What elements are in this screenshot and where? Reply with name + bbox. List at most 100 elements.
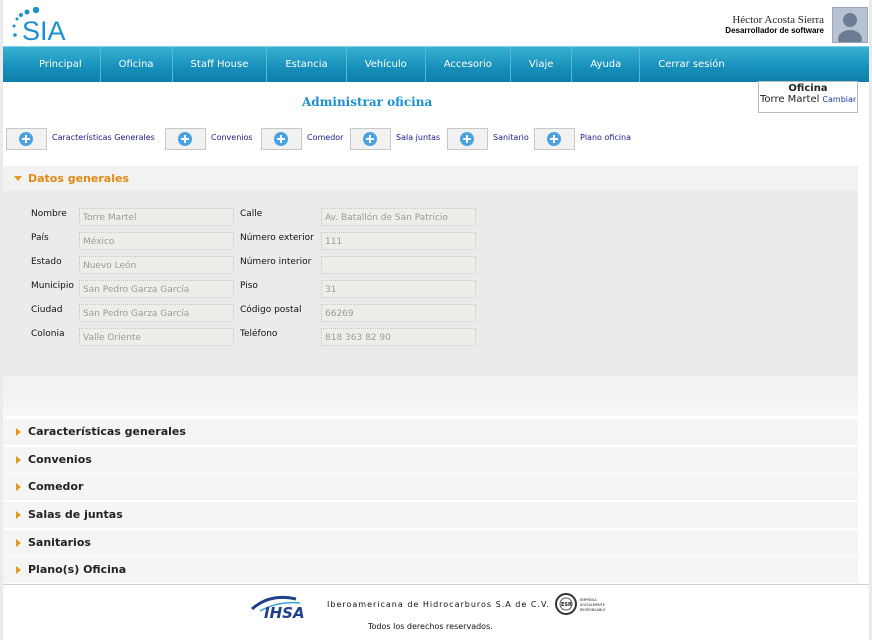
codigo-postal-field[interactable]: 66269 — [321, 304, 476, 322]
plus-icon — [363, 132, 377, 146]
page-title: Administrar oficina — [302, 95, 433, 109]
add-convenios-button[interactable] — [165, 128, 206, 150]
chevron-right-icon — [16, 428, 21, 436]
office-name: Torre Martel — [760, 94, 820, 105]
field-label-piso: Piso — [240, 281, 258, 291]
nav-item-ayuda[interactable]: Ayuda — [572, 47, 641, 82]
current-office-box: Oficina Torre Martel Cambiar — [758, 81, 858, 113]
datos-generales-panel: Datos generales Nombre Torre Martel País… — [3, 166, 858, 376]
footer: IHSA Iberoamericana de Hidrocarburos S.A… — [3, 584, 869, 635]
chevron-right-icon — [16, 483, 21, 491]
add-comedor-button[interactable] — [261, 128, 302, 150]
piso-field[interactable]: 31 — [321, 280, 476, 298]
colonia-field[interactable]: Valle Oriente — [79, 328, 234, 346]
section-title: Plano(s) Oficina — [28, 563, 127, 576]
plus-icon — [178, 132, 192, 146]
section-caracteristicas-generales[interactable]: Características generales — [3, 419, 858, 446]
add-sanitario-button[interactable] — [447, 128, 488, 150]
numero-interior-field[interactable] — [321, 256, 476, 274]
section-planos-oficina[interactable]: Plano(s) Oficina — [3, 557, 858, 584]
ciudad-field[interactable]: San Pedro Garza García — [79, 304, 234, 322]
nav-item-vehiculo[interactable]: Vehículo — [347, 47, 426, 82]
field-label-codigo-postal: Código postal — [240, 305, 302, 315]
field-label-ciudad: Ciudad — [31, 305, 63, 315]
chevron-right-icon — [16, 539, 21, 547]
svg-text:IHSA: IHSA — [264, 604, 305, 619]
page: SIA Héctor Acosta Sierra Desarrollador d… — [3, 0, 869, 640]
section-title: Comedor — [28, 480, 84, 493]
company-name: Iberoamericana de Hidrocarburos S.A de C… — [327, 600, 550, 609]
user-role: Desarrollador de software — [725, 26, 824, 35]
field-label-colonia: Colonia — [31, 329, 65, 339]
office-box-heading: Oficina — [788, 83, 828, 94]
header: SIA Héctor Acosta Sierra Desarrollador d… — [3, 0, 869, 46]
datos-generales-title: Datos generales — [28, 172, 129, 185]
svg-text:EMPRESA: EMPRESA — [580, 598, 597, 602]
esr-logo: ESR EMPRESA SOCIALMENTE RESPONSABLE — [555, 593, 606, 615]
estado-field[interactable]: Nuevo León — [79, 256, 234, 274]
tab-comedor[interactable]: Comedor — [307, 133, 343, 142]
plus-icon — [460, 132, 474, 146]
avatar[interactable] — [832, 7, 868, 43]
field-label-telefono: Teléfono — [240, 329, 278, 339]
plus-icon — [547, 132, 561, 146]
nav-item-oficina[interactable]: Oficina — [101, 47, 173, 82]
svg-text:SOCIALMENTE: SOCIALMENTE — [580, 603, 605, 607]
chevron-right-icon — [16, 566, 21, 574]
office-box-value: Torre Martel Cambiar — [759, 94, 857, 105]
change-office-link[interactable]: Cambiar — [822, 95, 856, 104]
section-salas-de-juntas[interactable]: Salas de juntas — [3, 502, 858, 529]
user-info: Héctor Acosta Sierra Desarrollador de so… — [725, 14, 824, 35]
tab-convenios[interactable]: Convenios — [211, 133, 253, 142]
sia-logo[interactable]: SIA — [9, 6, 71, 46]
field-label-municipio: Municipio — [31, 281, 74, 291]
add-plano-oficina-button[interactable] — [534, 128, 575, 150]
section-comedor[interactable]: Comedor — [3, 474, 858, 501]
nav-item-viaje[interactable]: Viaje — [511, 47, 573, 82]
plus-icon — [19, 132, 33, 146]
section-title: Características generales — [28, 425, 186, 438]
tab-sala-juntas[interactable]: Sala juntas — [396, 133, 440, 142]
field-label-estado: Estado — [31, 257, 62, 267]
copyright-text: Todos los derechos reservados. — [368, 622, 493, 631]
tab-sanitario[interactable]: Sanitario — [493, 133, 529, 142]
section-title: Sanitarios — [28, 536, 91, 549]
field-label-nombre: Nombre — [31, 209, 67, 219]
nav-item-principal[interactable]: Principal — [21, 47, 101, 82]
add-sala-juntas-button[interactable] — [350, 128, 391, 150]
tab-plano-oficina[interactable]: Plano oficina — [580, 133, 631, 142]
pais-field[interactable]: México — [79, 232, 234, 250]
ihsa-logo: IHSA — [251, 595, 305, 619]
tab-caracteristicas-generales[interactable]: Características Generales — [52, 133, 155, 142]
panel-spacer — [3, 376, 858, 416]
datos-generales-header[interactable]: Datos generales — [3, 166, 858, 191]
nav-item-accesorio[interactable]: Accesorio — [426, 47, 511, 82]
nav-item-staff-house[interactable]: Staff House — [173, 47, 268, 82]
avatar-silhouette-icon — [833, 8, 867, 42]
field-label-calle: Calle — [240, 209, 263, 219]
numero-exterior-field[interactable]: 111 — [321, 232, 476, 250]
svg-text:ESR: ESR — [561, 602, 572, 608]
section-title: Salas de juntas — [28, 508, 123, 521]
municipio-field[interactable]: San Pedro Garza García — [79, 280, 234, 298]
field-label-pais: País — [31, 233, 49, 243]
logo-text: SIA — [22, 16, 66, 46]
chevron-right-icon — [16, 456, 21, 464]
nombre-field[interactable]: Torre Martel — [79, 208, 234, 226]
section-title: Convenios — [28, 453, 92, 466]
calle-field[interactable]: Av. Batallón de San Patricio — [321, 208, 476, 226]
plus-icon — [274, 132, 288, 146]
nav-item-estancia[interactable]: Estancia — [267, 47, 347, 82]
nav-item-cerrar-sesion[interactable]: Cerrar sesión — [640, 47, 742, 82]
add-caracteristicas-button[interactable] — [6, 128, 47, 150]
field-label-numero-exterior: Número exterior — [240, 233, 314, 243]
section-convenios[interactable]: Convenios — [3, 447, 858, 474]
section-sanitarios[interactable]: Sanitarios — [3, 530, 858, 557]
chevron-down-icon — [14, 176, 22, 181]
field-label-numero-interior: Número interior — [240, 257, 312, 267]
svg-text:RESPONSABLE: RESPONSABLE — [580, 608, 606, 612]
main-nav: Principal Oficina Staff House Estancia V… — [3, 46, 869, 82]
user-name: Héctor Acosta Sierra — [732, 14, 824, 26]
telefono-field[interactable]: 818 363 82 90 — [321, 328, 476, 346]
chevron-right-icon — [16, 511, 21, 519]
